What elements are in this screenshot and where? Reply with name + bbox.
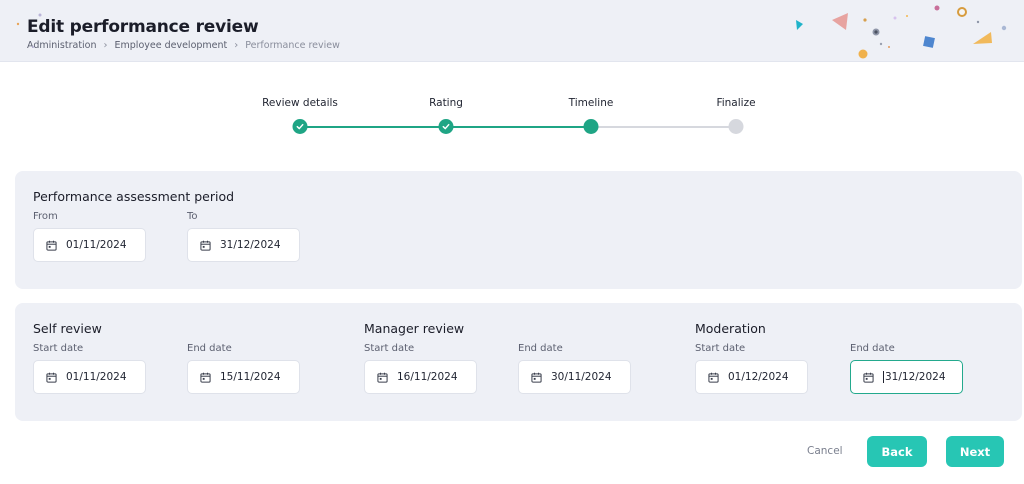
next-button[interactable]: Next <box>946 436 1004 467</box>
cancel-button[interactable]: Cancel <box>807 445 843 457</box>
calendar-icon <box>531 372 542 383</box>
calendar-icon <box>46 372 57 383</box>
step-current-dot[interactable] <box>583 119 599 134</box>
date-value: 01/11/2024 <box>66 239 127 251</box>
assessment-period-panel: Performance assessment period From To 01… <box>15 171 1022 289</box>
calendar-icon <box>200 240 211 251</box>
step-label-finalize[interactable]: Finalize <box>716 97 755 109</box>
step-label-timeline[interactable]: Timeline <box>569 97 614 109</box>
date-value: 01/11/2024 <box>66 371 127 383</box>
date-value: 15/11/2024 <box>220 371 281 383</box>
date-value: 16/11/2024 <box>397 371 458 383</box>
date-value: 30/11/2024 <box>551 371 612 383</box>
self-review-end-label: End date <box>187 343 232 354</box>
step-upcoming-dot[interactable] <box>728 119 744 134</box>
step-label-rating[interactable]: Rating <box>429 97 463 109</box>
calendar-icon <box>708 372 719 383</box>
manager-review-start-date-input[interactable]: 16/11/2024 <box>364 360 477 394</box>
calendar-icon <box>200 372 211 383</box>
self-review-title: Self review <box>33 321 102 336</box>
self-review-end-date-input[interactable]: 15/11/2024 <box>187 360 300 394</box>
assessment-to-date-input[interactable]: 31/12/2024 <box>187 228 300 262</box>
step-check-icon[interactable] <box>438 119 454 134</box>
to-label: To <box>187 211 198 222</box>
review-phases-panel: Self review Start date End date 01/11/20… <box>15 303 1022 421</box>
moderation-start-date-input[interactable]: 01/12/2024 <box>695 360 808 394</box>
manager-review-start-label: Start date <box>364 343 415 354</box>
manager-review-title: Manager review <box>364 321 465 336</box>
text-caret <box>883 371 884 383</box>
step-label-review-details[interactable]: Review details <box>262 97 338 109</box>
moderation-title: Moderation <box>695 321 766 336</box>
manager-review-end-date-input[interactable]: 30/11/2024 <box>518 360 631 394</box>
stepper-line-upcoming <box>591 126 736 128</box>
self-review-start-date-input[interactable]: 01/11/2024 <box>33 360 146 394</box>
moderation-end-date-input[interactable]: 31/12/2024 <box>850 360 963 394</box>
from-label: From <box>33 211 58 222</box>
step-check-icon[interactable] <box>292 119 308 134</box>
assessment-from-date-input[interactable]: 01/11/2024 <box>33 228 146 262</box>
moderation-start-label: Start date <box>695 343 746 354</box>
date-value: 31/12/2024 <box>885 371 946 383</box>
back-button[interactable]: Back <box>867 436 927 467</box>
date-value: 31/12/2024 <box>220 239 281 251</box>
assessment-period-title: Performance assessment period <box>33 189 235 204</box>
manager-review-end-label: End date <box>518 343 563 354</box>
date-value: 01/12/2024 <box>728 371 789 383</box>
self-review-start-label: Start date <box>33 343 84 354</box>
calendar-icon <box>863 372 874 383</box>
progress-stepper: Review details Rating Timeline Finalize <box>0 0 1024 150</box>
calendar-icon <box>46 240 57 251</box>
moderation-end-label: End date <box>850 343 895 354</box>
calendar-icon <box>377 372 388 383</box>
